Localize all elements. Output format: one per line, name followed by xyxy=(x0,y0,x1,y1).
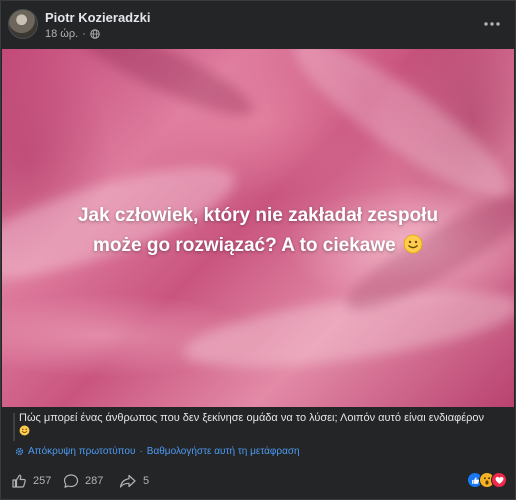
thumbs-up-icon xyxy=(12,474,26,488)
author-avatar[interactable] xyxy=(8,9,38,39)
like-count: 257 xyxy=(33,475,52,487)
comment-button[interactable]: 287 xyxy=(63,473,103,489)
slightly-smiling-face-icon xyxy=(403,234,423,254)
image-caption: Jak człowiek, który nie zakładał zespołu… xyxy=(2,201,514,261)
translated-text: Πώς μπορεί ένας άνθρωπος που δεν ξεκίνησ… xyxy=(19,411,509,439)
rate-translation-link[interactable]: Βαθμολογήστε αυτή τη μετάφραση xyxy=(147,446,300,457)
translated-text-body: Πώς μπορεί ένας άνθρωπος που δεν ξεκίνησ… xyxy=(19,412,485,424)
post-time[interactable]: 18 ώρ. xyxy=(45,28,78,40)
satin-fold xyxy=(179,275,514,383)
translation-actions: Απόκρυψη πρωτοτύπου · Βαθμολογήστε αυτή … xyxy=(15,446,300,457)
satin-fold xyxy=(278,49,514,219)
comment-bubble-icon xyxy=(63,474,79,488)
author-name[interactable]: Piotr Kozieradzki xyxy=(45,10,150,25)
meta-dot: · xyxy=(82,28,86,40)
caption-line-2-wrap: może go rozwiązać? A to ciekawe xyxy=(2,231,514,261)
post-meta: 18 ώρ. · xyxy=(45,28,100,40)
like-button[interactable]: 257 xyxy=(11,473,51,489)
post-header: Piotr Kozieradzki 18 ώρ. · xyxy=(1,1,515,48)
satin-fold xyxy=(62,49,262,130)
post-footer: 257 287 5 xyxy=(1,469,515,497)
caption-line-1: Jak człowiek, który nie zakładał zespołu xyxy=(77,205,439,226)
caption-line-2: może go rozwiązać? A to ciekawe xyxy=(93,235,396,256)
gear-icon xyxy=(15,447,24,456)
comment-count: 287 xyxy=(85,475,104,487)
love-reaction-icon xyxy=(491,472,507,488)
more-options-button[interactable] xyxy=(481,14,503,34)
translation-quote-bar xyxy=(13,413,15,441)
share-button[interactable]: 5 xyxy=(119,473,149,489)
hide-original-link[interactable]: Απόκρυψη πρωτοτύπου xyxy=(28,446,135,457)
reactions-summary[interactable] xyxy=(467,472,507,488)
actions-separator: · xyxy=(139,446,143,457)
share-count: 5 xyxy=(143,475,150,487)
slightly-smiling-face-icon xyxy=(19,425,30,436)
more-horizontal-icon xyxy=(484,22,500,26)
share-arrow-icon xyxy=(119,474,136,488)
post-card: Piotr Kozieradzki 18 ώρ. · Jak człowiek, xyxy=(0,0,516,500)
post-image[interactable]: Jak człowiek, który nie zakładał zespołu… xyxy=(2,49,514,407)
globe-icon[interactable] xyxy=(90,29,100,39)
